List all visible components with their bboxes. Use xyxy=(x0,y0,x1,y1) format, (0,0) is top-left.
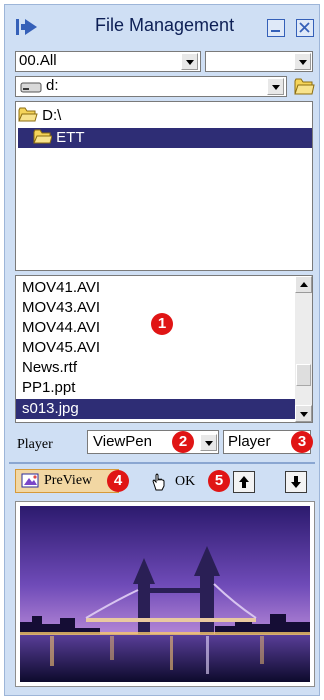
close-icon xyxy=(299,22,310,33)
open-folder-icon[interactable] xyxy=(293,76,315,96)
viewer-value: ViewPen xyxy=(93,433,152,450)
scroll-down-button[interactable] xyxy=(295,405,312,422)
preview-label: PreView xyxy=(44,473,93,488)
minimize-button[interactable] xyxy=(267,19,285,37)
arrow-down-icon xyxy=(291,476,301,488)
drive-select[interactable]: d: xyxy=(15,76,287,97)
callout-5: 5 xyxy=(208,470,230,492)
chevron-down-icon[interactable] xyxy=(267,78,284,95)
tree-item-label: D:\ xyxy=(42,107,62,124)
window-title: File Management xyxy=(95,15,235,35)
file-name: MOV43.AVI xyxy=(22,299,101,316)
callout-2: 2 xyxy=(172,431,194,453)
file-management-panel: File Management 00.All d: D:\ ETT MOV41.… xyxy=(4,4,320,696)
list-item-selected[interactable]: s013.jpg xyxy=(16,399,296,419)
drive-value: d: xyxy=(46,77,59,94)
drive-icon xyxy=(20,82,42,93)
chevron-down-icon[interactable] xyxy=(294,53,311,70)
tree-item-ett[interactable]: ETT xyxy=(18,128,312,148)
secondary-filter-select[interactable] xyxy=(205,51,313,72)
callout-4: 4 xyxy=(107,470,129,492)
ok-label: OK xyxy=(175,474,196,489)
image-preview xyxy=(15,501,315,687)
list-item[interactable]: MOV45.AVI xyxy=(16,338,296,358)
file-type-filter-select[interactable]: 00.All xyxy=(15,51,201,72)
scroll-thumb[interactable] xyxy=(296,364,311,386)
tree-item-label: ETT xyxy=(56,129,85,146)
folder-tree[interactable]: D:\ ETT xyxy=(15,101,313,271)
close-button[interactable] xyxy=(296,19,314,37)
upload-button[interactable] xyxy=(233,471,255,493)
file-type-filter-value: 00.All xyxy=(19,52,57,69)
viewer-select[interactable]: ViewPen xyxy=(87,430,219,454)
file-name: s013.jpg xyxy=(22,400,79,417)
tower-bridge-night-photo xyxy=(20,506,310,682)
ok-button[interactable]: OK xyxy=(151,470,207,494)
file-list-scrollbar[interactable] xyxy=(295,276,312,422)
preview-button[interactable]: PreView xyxy=(15,469,119,493)
preview-icon xyxy=(21,473,39,488)
player-label: Player xyxy=(17,437,53,452)
file-name: News.rtf xyxy=(22,359,78,376)
chevron-down-icon[interactable] xyxy=(181,53,198,70)
title-bar: File Management xyxy=(5,5,319,45)
hand-pointer-icon xyxy=(152,473,165,491)
folder-open-icon xyxy=(33,129,53,144)
download-button[interactable] xyxy=(285,471,307,493)
chevron-down-icon[interactable] xyxy=(200,434,217,451)
list-item[interactable]: MOV41.AVI xyxy=(16,278,296,298)
callout-3: 3 xyxy=(291,431,313,453)
dock-back-icon[interactable] xyxy=(15,17,39,37)
file-name: MOV41.AVI xyxy=(22,279,101,296)
list-item[interactable]: PP1.ppt xyxy=(16,378,296,398)
tree-item-d-root[interactable]: D:\ xyxy=(18,106,308,126)
callout-1: 1 xyxy=(151,313,173,335)
file-list[interactable]: MOV41.AVI MOV43.AVI MOV44.AVI MOV45.AVI … xyxy=(15,275,313,423)
minimize-icon xyxy=(271,30,280,32)
folder-open-icon xyxy=(18,107,38,122)
section-divider xyxy=(9,462,315,464)
file-name: PP1.ppt xyxy=(22,379,76,396)
scroll-up-button[interactable] xyxy=(295,276,312,293)
file-name: MOV45.AVI xyxy=(22,339,101,356)
player-button-label: Player xyxy=(228,433,271,450)
arrow-up-icon xyxy=(239,476,249,488)
file-name: MOV44.AVI xyxy=(22,319,101,336)
list-item[interactable]: News.rtf xyxy=(16,358,296,378)
